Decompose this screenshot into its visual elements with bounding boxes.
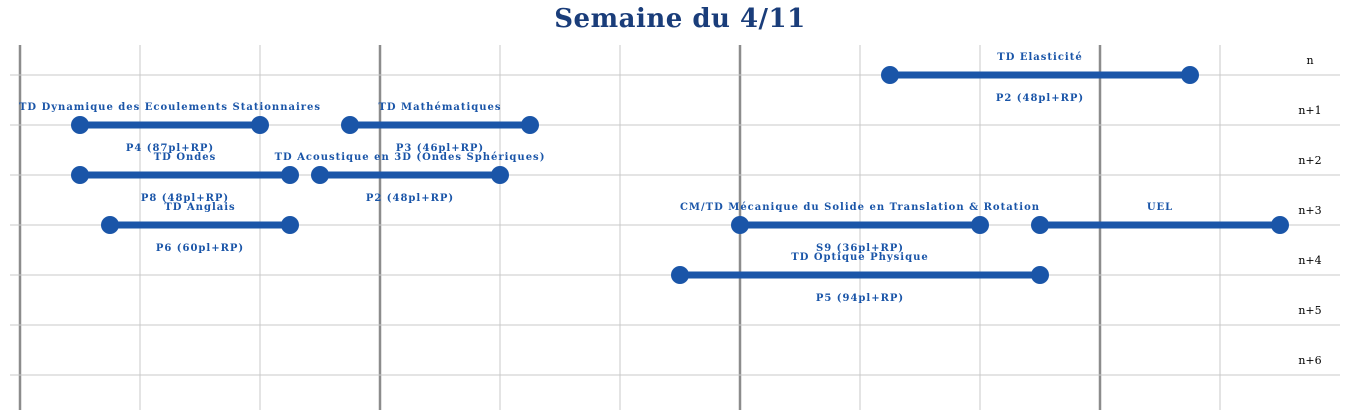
event-start-marker [731, 216, 749, 234]
event-2: TD MathématiquesP3 (46pl+RP) [341, 102, 539, 154]
event-title: TD Dynamique des Ecoulements Stationnair… [19, 102, 321, 113]
event-end-marker [1181, 66, 1199, 84]
event-title: UEL [1147, 202, 1173, 213]
event-end-marker [971, 216, 989, 234]
event-title: TD Elasticité [997, 52, 1082, 63]
event-end-marker [491, 166, 509, 184]
event-title: TD Optique Physique [791, 252, 928, 263]
event-end-marker [1271, 216, 1289, 234]
event-room: P2 (48pl+RP) [366, 193, 454, 204]
event-title: CM/TD Mécanique du Solide en Translation… [680, 202, 1040, 213]
event-0: TD Elasticité P2 (48pl+RP) [881, 52, 1199, 104]
event-start-marker [881, 66, 899, 84]
event-6: CM/TD Mécanique du Solide en Translation… [680, 202, 1040, 254]
event-end-marker [281, 216, 299, 234]
row-label: n+3 [1298, 204, 1321, 217]
event-7: UEL [1031, 202, 1289, 234]
event-end-marker [521, 116, 539, 134]
schedule-events: TD Elasticité P2 (48pl+RP) TD Dynamique de… [19, 52, 1289, 304]
event-start-marker [71, 116, 89, 134]
event-end-marker [1031, 266, 1049, 284]
event-start-marker [71, 166, 89, 184]
event-4: TD Acoustique en 3D (Ondes Sphériques) P2… [275, 152, 546, 204]
row-label: n [1306, 54, 1313, 67]
row-label: n+2 [1298, 154, 1321, 167]
event-end-marker [251, 116, 269, 134]
schedule-timeline: n n+1 n+2 n+3 n+4 n+5 n+6 TD Elasticité P2 (48p… [10, 45, 1340, 410]
event-room: P5 (94pl+RP) [816, 293, 904, 304]
event-room: P6 (60pl+RP) [156, 243, 244, 254]
event-8: TD Optique Physique P5 (94pl+RP) [671, 252, 1049, 304]
event-title: TD Mathématiques [378, 102, 501, 113]
event-1: TD Dynamique des Ecoulements Stationnair… [19, 102, 321, 154]
row-label: n+5 [1298, 304, 1321, 317]
event-end-marker [281, 166, 299, 184]
event-5: TD Anglais P6 (60pl+RP) [101, 202, 299, 254]
event-title: TD Acoustique en 3D (Ondes Sphériques) [275, 152, 546, 163]
event-title: TD Ondes [154, 152, 217, 163]
event-start-marker [341, 116, 359, 134]
event-3: TD OndesP8 (48pl+RP) [71, 152, 299, 204]
row-labels: n n+1 n+2 n+3 n+4 n+5 n+6 [1298, 54, 1321, 367]
event-start-marker [671, 266, 689, 284]
row-label: n+1 [1298, 104, 1321, 117]
event-start-marker [101, 216, 119, 234]
event-start-marker [1031, 216, 1049, 234]
row-label: n+6 [1298, 354, 1321, 367]
event-title: TD Anglais [164, 202, 235, 213]
row-label: n+4 [1298, 254, 1321, 267]
event-start-marker [311, 166, 329, 184]
event-room: P2 (48pl+RP) [996, 93, 1084, 104]
